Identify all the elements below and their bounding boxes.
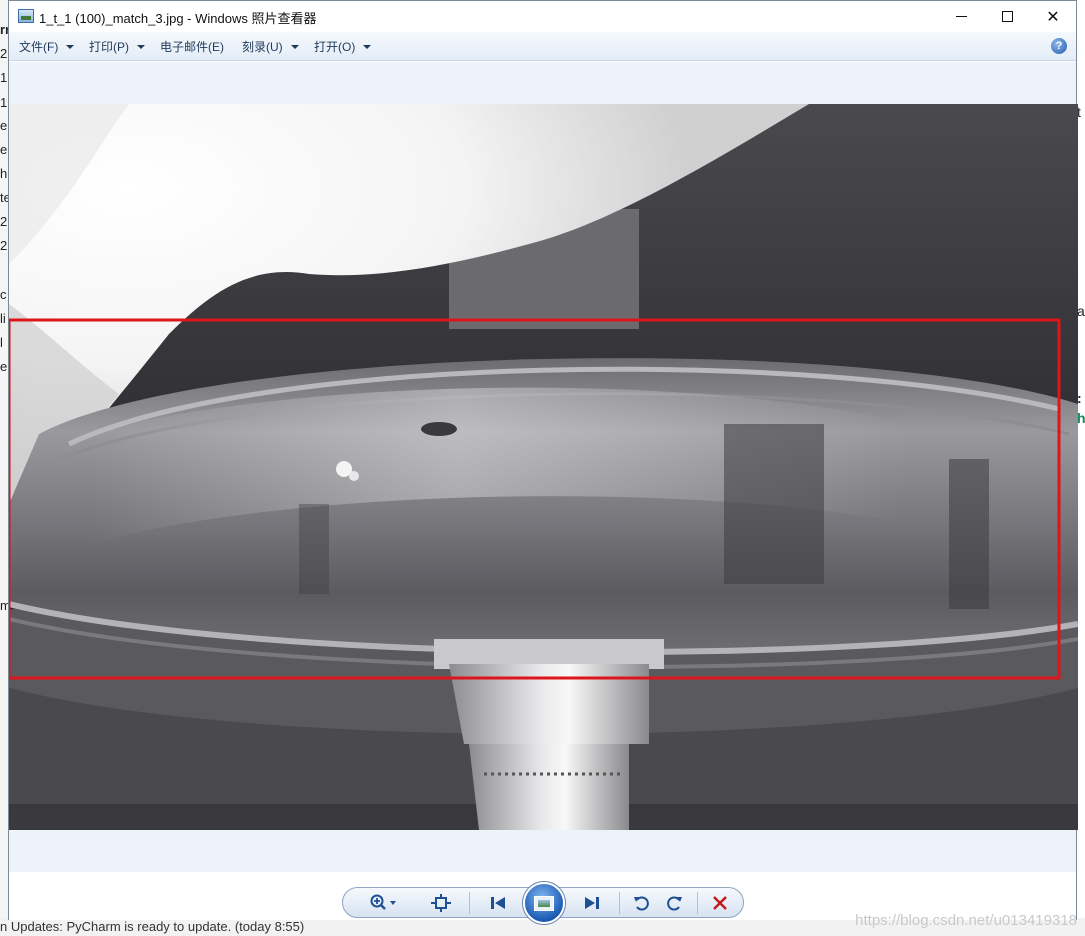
delete-button[interactable] (707, 891, 733, 915)
bg-text: rr (0, 22, 8, 37)
rotate-counterclockwise-icon (634, 896, 649, 911)
toolbar-separator (469, 892, 470, 914)
slideshow-icon (534, 895, 554, 911)
help-icon[interactable]: ? (1051, 38, 1067, 54)
actual-size-button[interactable] (428, 891, 454, 915)
photo-viewer-app-icon[interactable] (18, 9, 34, 23)
bg-text: h (0, 166, 8, 181)
bg-text: 1 (0, 95, 8, 110)
bg-text: a (1077, 303, 1085, 319)
rotate-clockwise-button[interactable] (663, 891, 687, 915)
background-window-left-edge: rr 2 1 1 e e h te 2 2 c li l e m (0, 0, 8, 936)
menu-file-label: 文件(F) (19, 40, 59, 54)
previous-icon (491, 897, 505, 909)
image-viewport (9, 62, 1078, 872)
menu-email[interactable]: 电子邮件(E) (160, 38, 224, 55)
rotate-counterclockwise-button[interactable] (629, 891, 653, 915)
menu-print-label: 打印(P) (89, 40, 129, 54)
minimize-icon (955, 16, 967, 17)
photo-viewer-window: 1_t_1 (100)_match_3.jpg - Windows 照片查看器 … (8, 0, 1078, 924)
close-button[interactable]: ✕ (1030, 1, 1076, 32)
bg-text: li (0, 311, 6, 326)
next-button[interactable] (575, 891, 609, 915)
menu-open-label: 打开(O) (314, 40, 356, 54)
menu-print[interactable]: 打印(P) (89, 38, 145, 55)
bg-text: 1 (0, 70, 8, 85)
next-icon (585, 897, 599, 909)
watermark-text: https://blog.csdn.net/u013419318 (855, 912, 1077, 929)
maximize-icon (1001, 11, 1013, 22)
bg-text: m (0, 598, 8, 613)
menu-burn[interactable]: 刻录(U) (242, 38, 299, 55)
menu-bar: 文件(F) 打印(P) 电子邮件(E) 刻录(U) 打开(O) ? (9, 32, 1076, 61)
chevron-down-icon (363, 44, 372, 49)
displayed-photo[interactable] (9, 104, 1078, 830)
bg-text: l (0, 335, 3, 350)
menu-burn-label: 刻录(U) (242, 40, 283, 54)
zoom-button[interactable] (363, 891, 405, 915)
bg-text: e (0, 359, 8, 374)
photo-rendering (9, 104, 1078, 830)
delete-icon (713, 896, 727, 910)
bg-text: 2 (0, 214, 8, 229)
bg-text: 2 (0, 238, 8, 253)
bg-text: 2 (0, 46, 8, 61)
actual-size-icon (431, 894, 451, 912)
menu-email-label: 电子邮件(E) (160, 40, 224, 54)
rotate-clockwise-icon (667, 896, 682, 911)
chevron-down-icon (290, 44, 299, 49)
menu-open[interactable]: 打开(O) (314, 38, 372, 55)
bg-text: e (0, 118, 8, 133)
bg-text: e (0, 142, 8, 157)
toolbar-separator (697, 892, 698, 914)
toolbar-separator (619, 892, 620, 914)
chevron-down-icon (66, 44, 75, 49)
bg-text: h (1077, 410, 1085, 426)
minimize-button[interactable] (938, 1, 984, 32)
bg-text: c (0, 287, 7, 302)
previous-button[interactable] (481, 891, 515, 915)
menu-file[interactable]: 文件(F) (19, 38, 75, 55)
bg-text: te (0, 190, 8, 205)
chevron-down-icon (137, 44, 145, 49)
viewer-toolbar (342, 882, 744, 924)
slideshow-button[interactable] (523, 882, 565, 924)
window-title: 1_t_1 (100)_match_3.jpg - Windows 照片查看器 (39, 11, 317, 26)
title-bar[interactable]: 1_t_1 (100)_match_3.jpg - Windows 照片查看器 … (9, 1, 1076, 32)
maximize-button[interactable] (984, 1, 1030, 32)
zoom-icon (370, 894, 396, 910)
